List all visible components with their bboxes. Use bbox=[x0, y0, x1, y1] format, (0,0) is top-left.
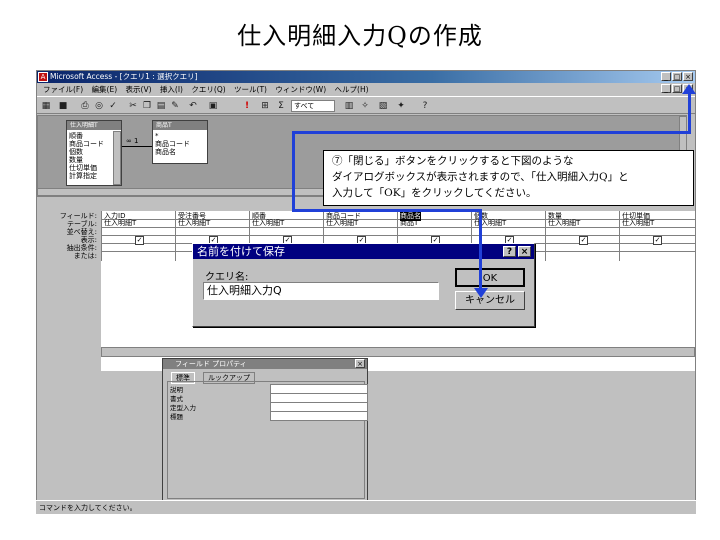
properties-icon[interactable]: ▥ bbox=[343, 100, 355, 112]
menu-query[interactable]: クエリ(Q) bbox=[191, 83, 225, 96]
dialog-close-icon[interactable]: × bbox=[518, 246, 531, 257]
instruction-line-2: ダイアログボックスが表示されますので、「仕入明細入力Q」と bbox=[332, 171, 629, 183]
field-properties-title: フィールド プロパティ bbox=[163, 359, 367, 369]
dialog-title: 名前を付けて保存 bbox=[193, 244, 534, 259]
row-label-or: または: bbox=[73, 252, 97, 260]
view-icon[interactable]: ▦ bbox=[40, 100, 52, 112]
cancel-button[interactable]: キャンセル bbox=[455, 291, 525, 310]
format-painter-icon[interactable]: ✎ bbox=[169, 100, 181, 112]
undo-icon[interactable]: ↶ bbox=[187, 100, 199, 112]
save-icon[interactable]: ■ bbox=[57, 100, 69, 112]
paste-icon[interactable]: ▤ bbox=[155, 100, 167, 112]
table-product[interactable]: 商品T * 商品コード 商品名 bbox=[152, 120, 208, 164]
query-name-label: クエリ名: bbox=[205, 272, 249, 283]
column-table[interactable]: 仕入明細T bbox=[178, 218, 210, 228]
status-text: コマンドを入力してください。 bbox=[39, 504, 137, 512]
spell-icon[interactable]: ✓ bbox=[107, 100, 119, 112]
print-icon[interactable]: ⎙ bbox=[79, 100, 91, 112]
access-key-icon[interactable]: A bbox=[38, 72, 48, 82]
annotation-line bbox=[292, 131, 690, 134]
arrow-down-icon bbox=[474, 288, 488, 298]
copy-icon[interactable]: ❐ bbox=[141, 100, 153, 112]
join-line bbox=[122, 146, 152, 147]
window-title: Microsoft Access - [クエリ1 : 選択クエリ] bbox=[50, 72, 198, 81]
prop-caption-value[interactable] bbox=[270, 411, 368, 421]
menu-help[interactable]: ヘルプ(H) bbox=[335, 83, 369, 96]
ok-button[interactable]: OK bbox=[455, 268, 525, 287]
properties-panel: 説明 書式 定型入力 標題 bbox=[167, 381, 368, 499]
column-table[interactable]: 仕入明細T bbox=[104, 218, 136, 228]
column-table[interactable]: 仕入明細T bbox=[326, 218, 358, 228]
doc-minimize-icon[interactable]: _ bbox=[661, 84, 671, 93]
run-icon[interactable]: ! bbox=[241, 100, 253, 112]
show-table-icon[interactable]: ⊞ bbox=[259, 100, 271, 112]
table-purchase-detail-title: 仕入明細T bbox=[67, 121, 121, 130]
annotation-line bbox=[292, 131, 295, 211]
annotation-line bbox=[479, 209, 482, 289]
status-bar: コマンドを入力してください。 bbox=[36, 500, 696, 514]
column-table[interactable]: 仕入明細T bbox=[548, 218, 580, 228]
window-titlebar: Microsoft Access - [クエリ1 : 選択クエリ] bbox=[37, 71, 695, 83]
grid-row-labels: フィールド: テーブル: 並べ替え: 表示: 抽出条件: または: bbox=[37, 211, 101, 371]
table-purchase-detail-scrollbar[interactable] bbox=[113, 131, 121, 185]
grid-column[interactable]: 数量 仕入明細T ✓ bbox=[545, 211, 619, 261]
instruction-line-1: ⑦「閉じる」ボタンをクリックすると下図のような bbox=[332, 155, 574, 167]
save-as-dialog: 名前を付けて保存 ? × クエリ名: 仕入明細入力Q OK キャンセル bbox=[192, 243, 535, 327]
database-window-icon[interactable]: ▧ bbox=[377, 100, 389, 112]
build-icon[interactable]: ✧ bbox=[359, 100, 371, 112]
help-icon[interactable]: ? bbox=[419, 100, 431, 112]
table-product-fields[interactable]: * 商品コード 商品名 bbox=[155, 132, 190, 156]
slide-title: 仕入明細入力Qの作成 bbox=[237, 22, 483, 50]
menu-bar: ファイル(F) 編集(E) 表示(V) 挿入(I) クエリ(Q) ツール(T) … bbox=[37, 83, 695, 96]
table-purchase-detail[interactable]: 仕入明細T 順番 商品コード 個数 数量 仕切単価 計算指定 bbox=[66, 120, 122, 186]
column-table[interactable]: 商品T bbox=[400, 218, 418, 228]
instruction-callout: ⑦「閉じる」ボタンをクリックすると下図のような ダイアログボックスが表示されます… bbox=[323, 150, 694, 206]
grid-hscrollbar[interactable] bbox=[101, 347, 695, 357]
close-icon[interactable]: × bbox=[683, 72, 693, 81]
column-table[interactable]: 仕入明細T bbox=[252, 218, 284, 228]
totals-icon[interactable]: Σ bbox=[275, 100, 287, 112]
show-checkbox[interactable]: ✓ bbox=[135, 236, 144, 245]
table-purchase-detail-fields[interactable]: 順番 商品コード 個数 数量 仕切単価 計算指定 bbox=[69, 132, 104, 180]
show-checkbox[interactable]: ✓ bbox=[579, 236, 588, 245]
column-table[interactable]: 仕入明細T bbox=[622, 218, 654, 228]
grid-column[interactable]: 入力ID 仕入明細T ✓ bbox=[101, 211, 175, 261]
annotation-line bbox=[688, 92, 691, 134]
menu-file[interactable]: ファイル(F) bbox=[43, 83, 83, 96]
minimize-icon[interactable]: _ bbox=[661, 72, 671, 81]
annotation-line bbox=[292, 209, 482, 212]
menu-edit[interactable]: 編集(E) bbox=[92, 83, 118, 96]
instruction-line-3: 入力して「OK」をクリックしてください。 bbox=[332, 187, 537, 199]
arrow-up-icon bbox=[682, 84, 696, 94]
menu-view[interactable]: 表示(V) bbox=[126, 83, 152, 96]
dialog-help-icon[interactable]: ? bbox=[503, 246, 516, 257]
preview-icon[interactable]: ◎ bbox=[93, 100, 105, 112]
new-object-icon[interactable]: ✦ bbox=[395, 100, 407, 112]
menu-insert[interactable]: 挿入(I) bbox=[160, 83, 183, 96]
top-values-combo[interactable]: すべて bbox=[291, 100, 335, 112]
properties-close-icon[interactable]: × bbox=[355, 359, 365, 368]
field-properties-window: フィールド プロパティ × 標準 ルックアップ 説明 書式 定型入力 標題 bbox=[162, 358, 368, 502]
query-name-input[interactable]: 仕入明細入力Q bbox=[203, 282, 439, 300]
cut-icon[interactable]: ✂ bbox=[127, 100, 139, 112]
menu-tools[interactable]: ツール(T) bbox=[234, 83, 267, 96]
toolbar: ▦ ■ ⎙ ◎ ✓ ✂ ❐ ▤ ✎ ↶ ▣ ! ⊞ Σ すべて ▥ ✧ ▧ ✦ … bbox=[37, 96, 695, 114]
doc-restore-icon[interactable]: □ bbox=[672, 84, 682, 93]
table-product-title: 商品T bbox=[153, 121, 207, 130]
maximize-icon[interactable]: □ bbox=[672, 72, 682, 81]
prop-caption: 標題 bbox=[170, 413, 183, 421]
query-type-icon[interactable]: ▣ bbox=[207, 100, 219, 112]
show-checkbox[interactable]: ✓ bbox=[653, 236, 662, 245]
top-values-text: すべて bbox=[294, 102, 315, 110]
menu-window[interactable]: ウィンドウ(W) bbox=[275, 83, 326, 96]
join-label: ∞ 1 bbox=[126, 137, 139, 145]
grid-column[interactable]: 仕切単価 仕入明細T ✓ bbox=[619, 211, 695, 261]
